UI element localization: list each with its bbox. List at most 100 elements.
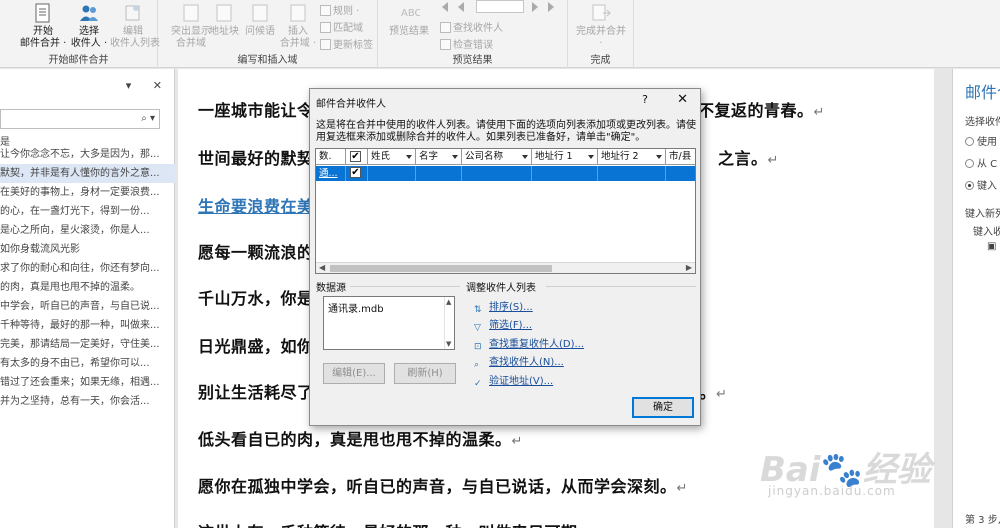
grid-horizontal-scrollbar[interactable]: ◀ ▶	[316, 262, 695, 273]
heading-list-item[interactable]: 求了你的耐心和向往，你还有梦向...	[0, 259, 175, 278]
finish-merge-button[interactable]: 完成并合并 ·	[572, 2, 630, 50]
document-paragraph[interactable]: 千山万水，你是	[198, 285, 314, 309]
edit-source-button[interactable]: 编辑(E)...	[323, 363, 385, 384]
document-paragraph[interactable]: 生命要浪费在美	[198, 193, 314, 217]
heading-list-item[interactable]: 默契，并非是有人懂你的言外之意...	[0, 164, 175, 183]
navigation-search-input[interactable]: ⌕ ▾	[0, 109, 160, 129]
row-cell[interactable]	[416, 166, 462, 181]
option-type-new[interactable]: 键入	[965, 177, 997, 192]
heading-list-item[interactable]: 让今你念念不忘，大多是因为，那...	[0, 145, 175, 164]
refresh-button[interactable]: 刷新(H)	[394, 363, 456, 384]
find-recipient-button[interactable]: 查找收件人	[440, 19, 503, 34]
row-cell[interactable]	[666, 166, 695, 181]
option-from-contacts[interactable]: 从 C	[965, 155, 997, 170]
address-block-button[interactable]: 地址块	[206, 2, 242, 38]
update-labels-button[interactable]: 更新标签	[320, 36, 373, 51]
rules-button[interactable]: 规则 ·	[320, 2, 359, 17]
select-all-checkbox[interactable]: ✔	[350, 151, 361, 162]
pane-options-icon[interactable]: ▾	[126, 79, 132, 92]
first-record-icon[interactable]	[442, 2, 448, 12]
heading-list-item[interactable]: 并为之坚持，总有一天，你会活...	[0, 392, 175, 411]
document-paragraph[interactable]: 这世上有，千种等待，最好的那一种，叫做来日可期。↵	[198, 519, 605, 528]
scrollbar-thumb[interactable]	[330, 265, 552, 272]
paragraph-text: 别让生活耗尽了	[198, 383, 314, 402]
scroll-up-icon[interactable]: ▲	[446, 298, 451, 306]
scroll-left-icon[interactable]: ◀	[319, 263, 325, 272]
refine-link[interactable]: ▽ 筛选(F)...	[474, 316, 532, 334]
column-header[interactable]: 数.	[316, 149, 346, 165]
insert-merge-field-button[interactable]: 插入 合并域 ·	[278, 2, 318, 50]
heading-list-item[interactable]: 的肉，真是甩也甩不掉的温柔。	[0, 278, 175, 297]
search-icon[interactable]: ⌕ ▾	[141, 113, 155, 124]
document-paragraph[interactable]: 一座城市能让令	[198, 97, 314, 121]
preview-results-button[interactable]: ABC 预览结果	[386, 2, 432, 38]
row-cell[interactable]: ✔	[346, 166, 368, 181]
data-source-item[interactable]: 通讯录.mdb	[328, 304, 384, 315]
option-use-existing[interactable]: 使用	[965, 133, 997, 148]
data-source-list[interactable]: 通讯录.mdb ▲ ▼	[323, 296, 455, 350]
create-list-icon[interactable]: ▣	[987, 241, 996, 252]
heading-list-item[interactable]: 完美，那请结局一定美好，守住美...	[0, 335, 175, 354]
column-header[interactable]: 地址行 1	[532, 149, 598, 165]
filter-dropdown-icon[interactable]	[406, 155, 412, 159]
heading-list-item[interactable]: 中学会，听自已的声音，与自已说...	[0, 297, 175, 316]
document-paragraph[interactable]: 愿你在孤独中学会，听自已的声音，与自已说话，从而学会深刻。↵	[198, 473, 688, 497]
select-recipients-button[interactable]: 选择 收件人 ·	[66, 2, 112, 50]
column-header[interactable]: 名字	[416, 149, 462, 165]
row-cell[interactable]	[598, 166, 666, 181]
greeting-line-button[interactable]: 问候语	[242, 2, 278, 38]
radio-from-contacts[interactable]	[965, 159, 974, 168]
match-fields-button[interactable]: 匹配域	[320, 19, 363, 34]
help-icon[interactable]: ?	[642, 93, 648, 106]
check-errors-button[interactable]: 检查错误	[440, 36, 493, 51]
scroll-down-icon[interactable]: ▼	[446, 340, 451, 348]
document-paragraph[interactable]: 世间最好的默契	[198, 145, 314, 169]
radio-type-new[interactable]	[965, 181, 974, 190]
radio-use-existing[interactable]	[965, 137, 974, 146]
refine-link[interactable]: ⇅ 排序(S)...	[474, 298, 533, 316]
heading-list-item[interactable]: 的心，在一盏灯光下，得到一份...	[0, 202, 175, 221]
row-checkbox[interactable]: ✔	[350, 167, 361, 178]
dialog-close-button[interactable]: ✕	[677, 92, 688, 107]
record-number-input[interactable]	[476, 0, 524, 13]
edit-recipient-list-button[interactable]: 编辑 收件人列表	[110, 2, 160, 50]
heading-list-item[interactable]: 是心之所向，星火滚烫，你是人...	[0, 221, 175, 240]
document-paragraph[interactable]: 日光鼎盛，如你	[198, 333, 314, 357]
column-header[interactable]: 市/县	[666, 149, 695, 165]
column-header[interactable]: 姓氏	[368, 149, 416, 165]
refine-link[interactable]: ✓ 验证地址(V)...	[474, 372, 553, 390]
previous-record-icon[interactable]	[458, 2, 464, 12]
next-record-icon[interactable]	[532, 2, 538, 12]
scroll-right-icon[interactable]: ▶	[686, 263, 692, 272]
filter-dropdown-icon[interactable]	[656, 155, 662, 159]
row-cell[interactable]	[368, 166, 416, 181]
paragraph-tail[interactable]: 之言。↵	[718, 145, 779, 169]
refine-link[interactable]: ⌕ 查找收件人(N)...	[474, 353, 564, 371]
column-header[interactable]: 公司名称	[462, 149, 532, 165]
last-record-icon[interactable]	[548, 2, 554, 12]
heading-list-item[interactable]: 错过了还会重来；如果无缘，相遇...	[0, 373, 175, 392]
grid-header: 数. ✔ 姓氏 名字 公司名称 地址行 1 地址行 2 市/县	[316, 149, 695, 165]
data-source-scrollbar[interactable]: ▲ ▼	[444, 297, 454, 349]
column-header[interactable]: 地址行 2	[598, 149, 666, 165]
heading-list-item[interactable]: 千种等待，最好的那一种，叫做来...	[0, 316, 175, 335]
refine-link[interactable]: ⊡ 查找重复收件人(D)...	[474, 335, 584, 353]
row-cell[interactable]: 通...	[316, 166, 346, 181]
document-paragraph[interactable]: 别让生活耗尽了	[198, 379, 314, 403]
heading-list-item[interactable]: 在美好的事物上，身材一定要浪费...	[0, 183, 175, 202]
ok-button[interactable]: 确定	[632, 397, 694, 418]
document-paragraph[interactable]: 低头看自已的肉，真是甩也甩不掉的温柔。↵	[198, 426, 523, 450]
filter-dropdown-icon[interactable]	[522, 155, 528, 159]
close-icon[interactable]: ✕	[153, 79, 162, 92]
row-cell[interactable]	[532, 166, 598, 181]
filter-dropdown-icon[interactable]	[452, 155, 458, 159]
row-cell[interactable]	[462, 166, 532, 181]
document-paragraph[interactable]: 愿每一颗流浪的	[198, 239, 314, 263]
start-merge-button[interactable]: 开始 邮件合并 ·	[20, 2, 66, 50]
filter-dropdown-icon[interactable]	[588, 155, 594, 159]
heading-list-item[interactable]: 有太多的身不由已，希望你可以...	[0, 354, 175, 373]
paragraph-tail[interactable]: 不复返的青春。↵	[698, 97, 825, 121]
recipient-row[interactable]: 通... ✔	[316, 166, 695, 181]
heading-list-item[interactable]: 如你身载流风光影	[0, 240, 175, 259]
column-header[interactable]: ✔	[346, 149, 368, 165]
